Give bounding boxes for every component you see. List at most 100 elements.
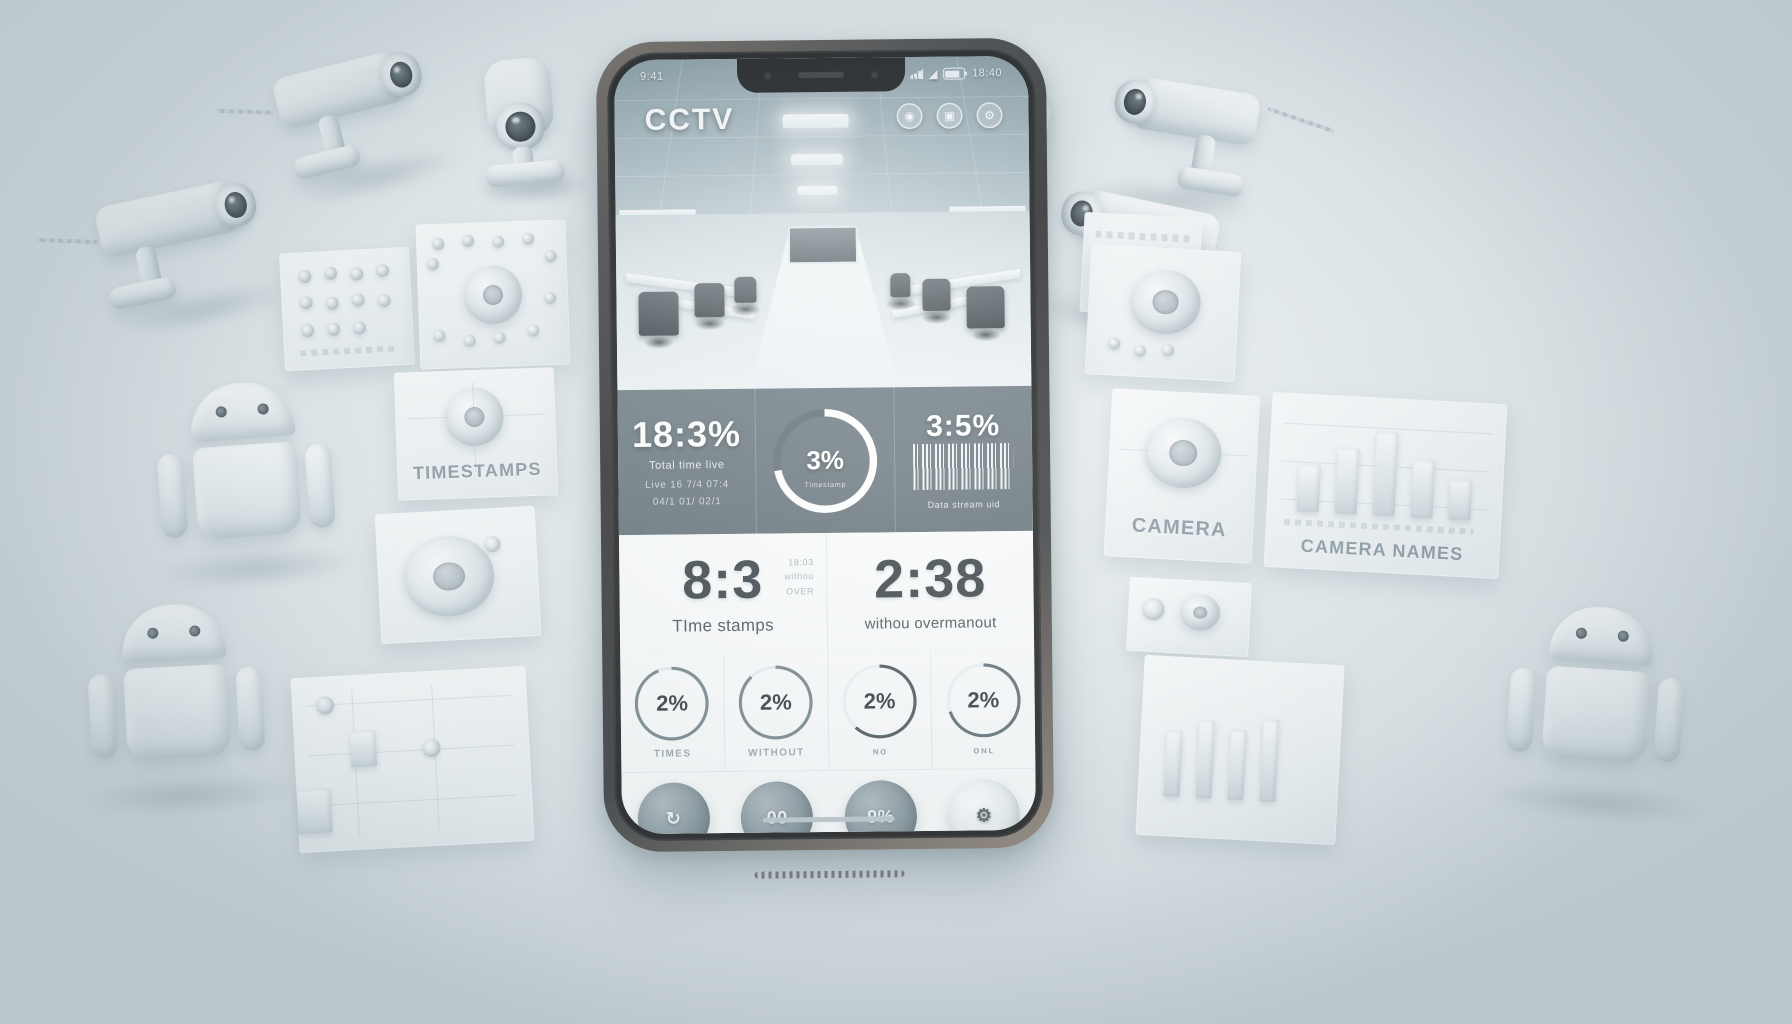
record-icon[interactable]: ◉ [896,102,923,130]
earpiece-speaker [798,71,845,79]
card-caption: TIMESTAMPS [412,458,542,484]
robot-torso [192,441,303,541]
stat-subtitle: Total time live [648,459,725,472]
ring-value: 2% [656,690,689,716]
robot-torso [123,663,232,762]
status-carrier: 9:41 [640,70,664,83]
circle-button[interactable]: 9% [844,780,918,835]
front-camera-icon [763,71,773,81]
robot-arm-left [156,453,189,539]
ring-value: 2% [759,689,792,715]
robot-head [187,379,296,443]
smartphone-device: 9:41 ◢ 18:40 CCTV ◉ ▣ ⚙ 18:3% Total time… [595,37,1055,879]
ring-chart: 2% [634,666,710,742]
robot-arm-right [1653,677,1685,763]
ring-cell-without[interactable]: 2% WITHOUT [723,652,829,773]
app-title: CCTV [644,102,735,137]
wifi-icon: ◢ [928,66,939,81]
donut-value: 3% [806,444,845,476]
circle-cell-3[interactable]: 9% 888 [828,770,933,835]
big-metric-value: 2:38 [873,548,987,610]
card-caption: CAMERA [1131,514,1228,542]
big-metric-side-notes: 18:03 withou OVER [784,555,814,598]
camera-wire [215,108,274,115]
card-small-knobs [1126,576,1252,658]
big-metric-row: 8:3 TIme stamps 18:03 withou OVER 2:38 w… [618,530,1035,657]
big-metric-value: 8:3 [681,549,764,611]
robot-head [1547,603,1656,667]
side-note: OVER [786,585,815,597]
timestamp-donut-chart: 3% Timestamp [772,407,878,514]
ring-chart: 2% [842,664,917,739]
stat-value: 18:3% [631,412,742,456]
card-dial-grid [415,219,571,370]
stat-subtitle: Data stream uid [927,498,1001,510]
circle-cell-4[interactable]: ⚙ 800 [932,769,1036,835]
big-metric-timestamps[interactable]: 8:3 TIme stamps 18:03 withou OVER [618,532,828,656]
card-camera: CAMERA [1103,388,1261,564]
card-caption: CAMERA NAMES [1300,535,1464,565]
stat-detail-row: Live 16 7/4 07:4 [645,479,730,491]
big-metric-label: withou overmanout [864,614,997,633]
side-note: 18:03 [788,557,814,568]
prop-shadow [75,770,302,820]
big-metric-without-overmanout[interactable]: 2:38 withou overmanout [826,531,1034,653]
card-slider-grid [290,665,535,854]
card-bar-chart: CAMERA NAMES [1263,391,1508,580]
ring-chart: 2% [738,665,814,740]
speaker-grill [754,870,905,879]
side-note: withou [784,571,814,582]
ring-label: ɴᴏ [872,746,888,758]
stat-cell-datastream[interactable]: 3:5% Data stream uid [894,386,1033,532]
circle-button[interactable]: 00 [740,781,814,835]
ring-cell-three[interactable]: 2% ɴᴏ [827,651,933,771]
circle-cell-2[interactable]: 00 ATG [725,771,830,835]
circle-button[interactable]: ↻ [637,782,711,835]
phone-notch [736,57,906,93]
circle-button[interactable]: ⚙ [947,778,1021,835]
circle-cell-1[interactable]: ↻ 3801 [621,772,726,835]
camera-wire [35,237,98,245]
status-clock: 18:40 [972,67,1003,80]
card-disc [374,505,542,645]
ring-metric-row: 2% TIMES 2% WITHOUT 2% ɴᴏ 2% ᴏɴʟ [620,650,1036,774]
ring-label: WITHOUT [748,747,805,759]
barcode-icon [913,442,1014,490]
ring-value: 2% [967,687,1000,713]
battery-icon [943,67,966,80]
card-camera-knob [1084,244,1242,382]
stat-detail-row: 04/1 01/ 02/1 [652,496,722,508]
camera-wire [1267,106,1335,134]
live-camera-feed[interactable]: CCTV ◉ ▣ ⚙ [613,55,1032,391]
prop-shadow [147,542,365,594]
phone-screen[interactable]: 9:41 ◢ 18:40 CCTV ◉ ▣ ⚙ 18:3% Total time… [613,55,1037,835]
ring-label: TIMES [653,748,692,760]
scene-root: TIMESTAMPS CAMERA CAMERA NAMES 9:41 ◢ 18… [0,0,1792,1024]
robot-arm-left [1505,666,1538,753]
robot-torso [1541,665,1652,765]
proximity-sensor-icon [870,69,880,80]
robot-arm-right [235,666,266,752]
snapshot-icon[interactable]: ▣ [936,102,963,129]
robot-head [119,601,227,664]
settings-icon[interactable]: ⚙ [976,102,1003,129]
feed-action-bar[interactable]: ◉ ▣ ⚙ [896,102,1003,130]
donut-caption: Timestamp [804,481,847,489]
ring-label: ᴏɴʟ [973,745,995,757]
ring-chart: 2% [945,662,1021,738]
ring-value: 2% [863,688,896,714]
circle-button-row: ↻ 3801 00 ATG 9% 888 ⚙ 800 [621,768,1037,835]
stat-cell-timestamp-donut[interactable]: 3% Timestamp [755,387,896,534]
robot-arm-right [304,442,337,529]
stat-value: 3:5% [925,408,1001,443]
stat-cell-total-time[interactable]: 18:3% Total time live Live 16 7/4 07:4 0… [617,388,758,536]
ring-cell-times[interactable]: 2% TIMES [620,654,726,774]
stat-detail-rows: Live 16 7/4 07:4 04/1 01/ 02/1 [645,476,729,511]
signal-bars-icon [910,69,923,79]
stats-strip: 18:3% Total time live Live 16 7/4 07:4 0… [617,385,1033,536]
ring-cell-four[interactable]: 2% ᴏɴʟ [931,650,1036,770]
robot-arm-left [87,673,118,760]
card-dot-matrix [279,246,415,372]
card-right-bars [1135,654,1345,846]
big-metric-label: TIme stamps [672,615,774,636]
